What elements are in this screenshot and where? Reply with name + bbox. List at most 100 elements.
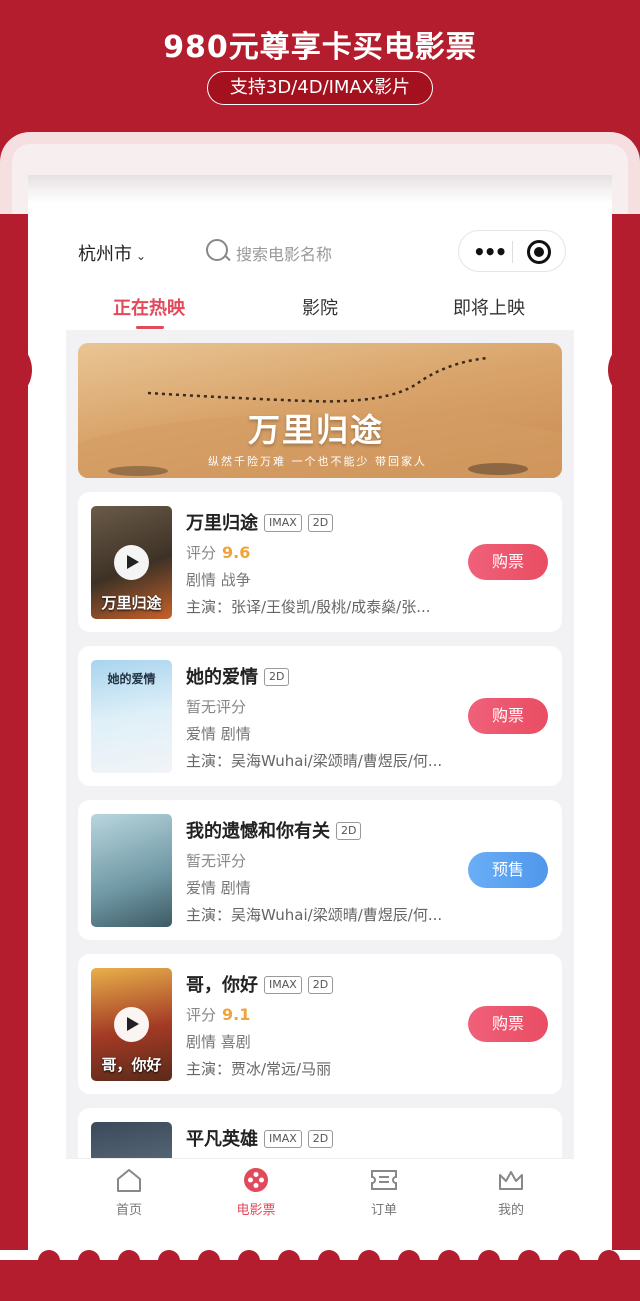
play-icon[interactable] xyxy=(114,1007,149,1042)
movie-score: 评分 9.6 xyxy=(186,542,250,563)
tab-cinemas[interactable]: 影院 xyxy=(302,294,338,320)
movie-card[interactable]: 她的爱情 她的爱情 2D 暂无评分 爱情 剧情 主演：吴海Wuhai/梁颂晴/曹煜… xyxy=(78,646,562,786)
movie-title: 哥，你好 IMAX 2D xyxy=(186,971,334,997)
more-dots-icon[interactable]: ••• xyxy=(473,240,507,264)
score-label: 暂无评分 xyxy=(186,698,247,716)
score-label: 暂无评分 xyxy=(186,852,247,870)
nav-label: 订单 xyxy=(370,1203,397,1218)
format-tag: 2D xyxy=(307,976,334,994)
movie-card[interactable]: 平凡英雄 IMAX 2D xyxy=(78,1108,562,1158)
movie-score: 暂无评分 xyxy=(186,850,246,871)
scallop-dot xyxy=(158,1250,180,1272)
nav-label: 电影票 xyxy=(236,1203,276,1218)
scallop-dot xyxy=(198,1250,220,1272)
movie-genre: 爱情 剧情 xyxy=(186,725,251,743)
scallop-dot xyxy=(398,1250,420,1272)
scallop-dot xyxy=(318,1250,340,1272)
tab-coming-soon[interactable]: 即将上映 xyxy=(453,294,525,320)
nav-label: 我的 xyxy=(497,1203,524,1218)
scallop-dot xyxy=(238,1250,260,1272)
nav-label: 首页 xyxy=(115,1203,142,1218)
movie-poster[interactable] xyxy=(91,814,172,927)
movie-title: 平凡英雄 IMAX 2D xyxy=(186,1125,334,1151)
movie-title: 我的遗憾和你有关 2D xyxy=(186,817,362,843)
poster-title: 万里归途 xyxy=(101,594,162,612)
movie-score: 评分 9.1 xyxy=(186,1004,250,1025)
record-icon[interactable] xyxy=(527,240,551,264)
nav-profile[interactable]: 我的 xyxy=(476,1167,546,1218)
header-bar: 杭州市 ⌄ 搜索电影名称 ••• xyxy=(28,230,612,274)
movie-cast: 主演：贾冰/常远/马丽 xyxy=(186,1060,332,1078)
movie-genre: 剧情 喜剧 xyxy=(186,1033,251,1051)
movie-card[interactable]: 哥，你好 哥，你好 IMAX 2D 评分 9.1 剧情 喜剧 主演：贾冰/常远/马丽 … xyxy=(78,954,562,1094)
nav-home[interactable]: 首页 xyxy=(94,1167,164,1218)
movie-poster[interactable]: 万里归途 xyxy=(91,506,172,619)
movie-cast: 主演：吴海Wuhai/梁颂晴/曹煜辰/何... xyxy=(186,906,443,924)
score-label: 评分 xyxy=(186,544,217,562)
nav-orders[interactable]: 订单 xyxy=(349,1167,419,1218)
movie-cast: 主演：吴海Wuhai/梁颂晴/曹煜辰/何... xyxy=(186,752,443,770)
movie-title-text: 我的遗憾和你有关 xyxy=(186,821,330,842)
city-label: 杭州市 xyxy=(78,244,132,265)
movie-title-text: 万里归途 xyxy=(186,513,258,534)
capsule-divider xyxy=(512,241,513,263)
nav-movie-tickets[interactable]: 电影票 xyxy=(221,1167,291,1218)
film-reel-icon xyxy=(244,1168,268,1192)
banner-subtitle: 纵然千险万难 一个也不能少 带回家人 xyxy=(208,455,427,468)
promo-banner[interactable]: 万里归途 纵然千险万难 一个也不能少 带回家人 xyxy=(78,343,562,478)
scallop-dot xyxy=(478,1250,500,1272)
scallop-dot xyxy=(78,1250,100,1272)
ticket-scallop-edge xyxy=(0,1250,640,1301)
movie-genre: 剧情 战争 xyxy=(186,571,251,589)
movie-score: 暂无评分 xyxy=(186,696,246,717)
movie-poster[interactable]: 哥，你好 xyxy=(91,968,172,1081)
scallop-dot xyxy=(358,1250,380,1272)
city-selector[interactable]: 杭州市 ⌄ xyxy=(78,240,146,266)
buy-ticket-button[interactable]: 购票 xyxy=(468,1006,548,1042)
movie-poster[interactable] xyxy=(91,1122,172,1158)
scallop-dot xyxy=(278,1250,300,1272)
poster-title: 哥，你好 xyxy=(101,1056,162,1074)
scallop-dot xyxy=(438,1250,460,1272)
movie-title-text: 哥，你好 xyxy=(186,975,258,996)
movie-card[interactable]: 万里归途 万里归途 IMAX 2D 评分 9.6 剧情 战争 主演：张译/王俊凯/殷桃… xyxy=(78,492,562,632)
movie-title-text: 平凡英雄 xyxy=(186,1129,258,1150)
promo-title: 980元尊享卡买电影票 xyxy=(163,30,477,65)
play-icon[interactable] xyxy=(114,545,149,580)
format-tag: IMAX xyxy=(264,976,302,994)
scallop-dot xyxy=(558,1250,580,1272)
promo-subtitle-pill: 支持3D/4D/IMAX影片 xyxy=(207,71,433,105)
chevron-down-icon: ⌄ xyxy=(136,249,147,263)
movie-poster[interactable]: 她的爱情 xyxy=(91,660,172,773)
tab-bar: 正在热映 影院 即将上映 xyxy=(28,290,612,330)
tab-now-showing[interactable]: 正在热映 xyxy=(113,294,185,320)
search-input[interactable]: 搜索电影名称 xyxy=(236,241,332,265)
bottom-nav: 首页 电影票 订单 我的 xyxy=(66,1158,574,1232)
ticket-notch-right xyxy=(608,338,640,402)
movie-cast: 主演：张译/王俊凯/殷桃/成泰燊/张... xyxy=(186,598,431,616)
movie-card[interactable]: 我的遗憾和你有关 2D 暂无评分 爱情 剧情 主演：吴海Wuhai/梁颂晴/曹煜辰… xyxy=(78,800,562,940)
scallop-dot xyxy=(38,1250,60,1272)
format-tag: IMAX xyxy=(264,514,302,532)
scallop-dot xyxy=(118,1250,140,1272)
format-tag: 2D xyxy=(307,1130,334,1148)
buy-ticket-button[interactable]: 购票 xyxy=(468,544,548,580)
mini-program-capsule: ••• xyxy=(458,230,566,272)
crown-icon xyxy=(499,1171,523,1190)
banner-title: 万里归途 xyxy=(248,411,385,449)
format-tag: IMAX xyxy=(264,1130,302,1148)
buy-ticket-button[interactable]: 购票 xyxy=(468,698,548,734)
format-tag: 2D xyxy=(336,822,362,840)
scallop-dot xyxy=(598,1250,620,1272)
ticket-fade xyxy=(28,175,612,203)
search-icon[interactable] xyxy=(206,239,228,261)
score-value: 9.1 xyxy=(222,1005,251,1024)
format-tag: 2D xyxy=(307,514,334,532)
active-tab-indicator xyxy=(136,326,164,329)
home-icon xyxy=(117,1169,141,1192)
presale-button[interactable]: 预售 xyxy=(468,852,548,888)
ticket-icon xyxy=(371,1170,397,1190)
format-tag: 2D xyxy=(264,668,290,686)
score-value: 9.6 xyxy=(222,543,251,562)
movie-title: 万里归途 IMAX 2D xyxy=(186,509,334,535)
